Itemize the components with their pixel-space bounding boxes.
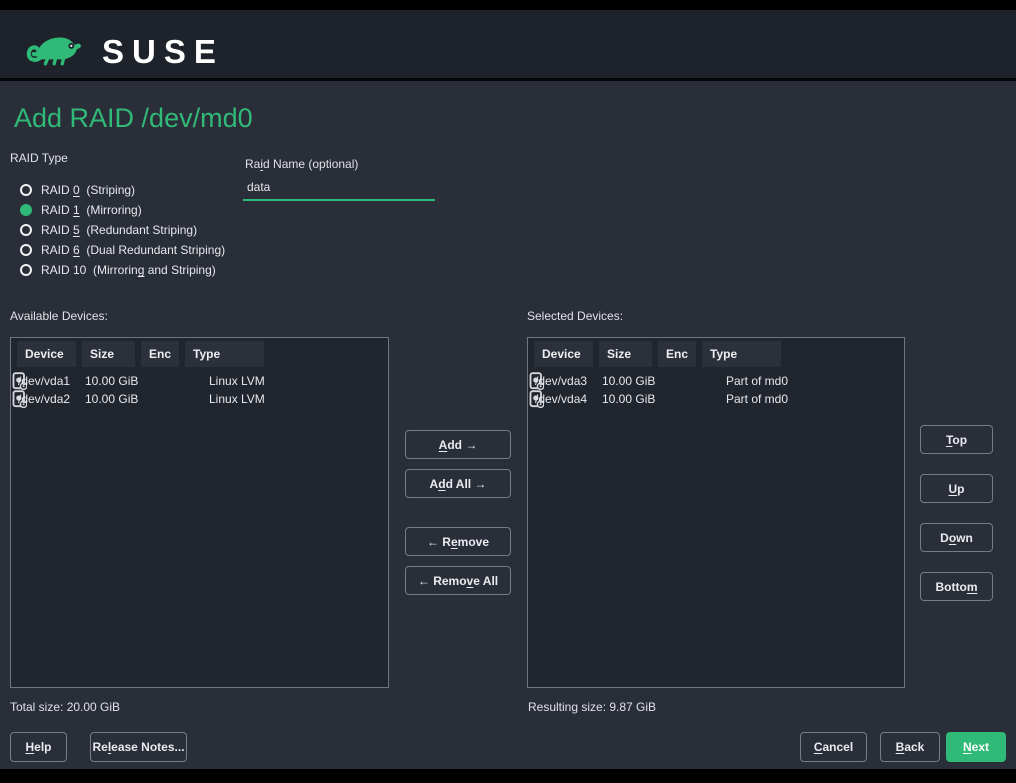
top-black-strip <box>0 0 1016 10</box>
column-header-device[interactable]: Device <box>534 341 593 367</box>
resulting-size-text: Resulting size: 9.87 GiB <box>528 700 656 714</box>
radio-option-raid5[interactable]: RAID 5 (Redundant Striping) <box>20 220 197 240</box>
table-row[interactable]: /dev/vda2 10.00 GiB Linux LVM <box>11 390 388 408</box>
total-size-text: Total size: 20.00 GiB <box>10 700 120 714</box>
raid-radio-3[interactable] <box>20 244 32 256</box>
raid-radio-4[interactable] <box>20 264 32 276</box>
up-button[interactable]: Up <box>920 474 993 503</box>
selected-devices-table[interactable]: Device Size Enc Type /dev/vda3 10.00 GiB… <box>527 337 905 688</box>
cell-device: /dev/vda2 <box>18 392 70 406</box>
cell-size: 10.00 GiB <box>85 374 138 388</box>
cell-type: Part of md0 <box>726 392 788 406</box>
table-row[interactable]: /dev/vda3 10.00 GiB Part of md0 <box>528 372 904 390</box>
brand-wordmark: SUSE <box>102 33 224 71</box>
column-header-size[interactable]: Size <box>82 341 135 367</box>
column-header-type[interactable]: Type <box>702 341 781 367</box>
raid-type-label: RAID Type <box>10 151 68 165</box>
installer-window: SUSE Add RAID /dev/md0 RAID Type RAID 0 … <box>0 0 1016 783</box>
cell-size: 10.00 GiB <box>602 374 655 388</box>
table-row[interactable]: /dev/vda1 10.00 GiB Linux LVM <box>11 372 388 390</box>
cell-device: /dev/vda4 <box>535 392 587 406</box>
radio-label: RAID 6 (Dual Redundant Striping) <box>41 243 225 257</box>
radio-option-raid1[interactable]: RAID 1 (Mirroring) <box>20 200 142 220</box>
available-devices-label: Available Devices: <box>10 309 108 323</box>
radio-label: RAID 0 (Striping) <box>41 183 135 197</box>
raid-name-input[interactable] <box>243 177 435 201</box>
raid-name-label: Raid Name (optional) <box>245 157 358 171</box>
cancel-button[interactable]: Cancel <box>800 732 867 762</box>
bottom-black-strip <box>0 769 1016 783</box>
radio-option-raid6[interactable]: RAID 6 (Dual Redundant Striping) <box>20 240 225 260</box>
cell-type: Part of md0 <box>726 374 788 388</box>
available-devices-table[interactable]: Device Size Enc Type /dev/vda1 10.00 GiB… <box>10 337 389 688</box>
add-button[interactable]: Add → <box>405 430 511 459</box>
release-notes-button[interactable]: Release Notes... <box>90 732 187 762</box>
help-button[interactable]: Help <box>10 732 67 762</box>
radio-option-raid10[interactable]: RAID 10 (Mirroring and Striping) <box>20 260 216 280</box>
remove-all-button[interactable]: ← Remove All <box>405 566 511 595</box>
radio-label: RAID 5 (Redundant Striping) <box>41 223 197 237</box>
selected-devices-label: Selected Devices: <box>527 309 623 323</box>
back-button[interactable]: Back <box>880 732 940 762</box>
header-bar: SUSE <box>0 10 1016 81</box>
table-row[interactable]: /dev/vda4 10.00 GiB Part of md0 <box>528 390 904 408</box>
next-button[interactable]: Next <box>946 732 1006 762</box>
column-header-enc[interactable]: Enc <box>141 341 179 367</box>
column-header-device[interactable]: Device <box>17 341 76 367</box>
column-header-type[interactable]: Type <box>185 341 264 367</box>
cell-type: Linux LVM <box>209 392 265 406</box>
raid-radio-0[interactable] <box>20 184 32 196</box>
raid-radio-2[interactable] <box>20 224 32 236</box>
cell-size: 10.00 GiB <box>85 392 138 406</box>
column-header-enc[interactable]: Enc <box>658 341 696 367</box>
radio-option-raid0[interactable]: RAID 0 (Striping) <box>20 180 135 200</box>
cell-size: 10.00 GiB <box>602 392 655 406</box>
top-button[interactable]: Top <box>920 425 993 454</box>
raid-radio-1[interactable] <box>20 204 32 216</box>
cell-device: /dev/vda1 <box>18 374 70 388</box>
remove-button[interactable]: ← Remove <box>405 527 511 556</box>
down-button[interactable]: Down <box>920 523 993 552</box>
page-title: Add RAID /dev/md0 <box>14 103 253 134</box>
cell-device: /dev/vda3 <box>535 374 587 388</box>
suse-chameleon-logo <box>16 28 96 66</box>
radio-label: RAID 10 (Mirroring and Striping) <box>41 263 216 277</box>
cell-type: Linux LVM <box>209 374 265 388</box>
column-header-size[interactable]: Size <box>599 341 652 367</box>
bottom-button[interactable]: Bottom <box>920 572 993 601</box>
add-all-button[interactable]: Add All → <box>405 469 511 498</box>
radio-label: RAID 1 (Mirroring) <box>41 203 142 217</box>
